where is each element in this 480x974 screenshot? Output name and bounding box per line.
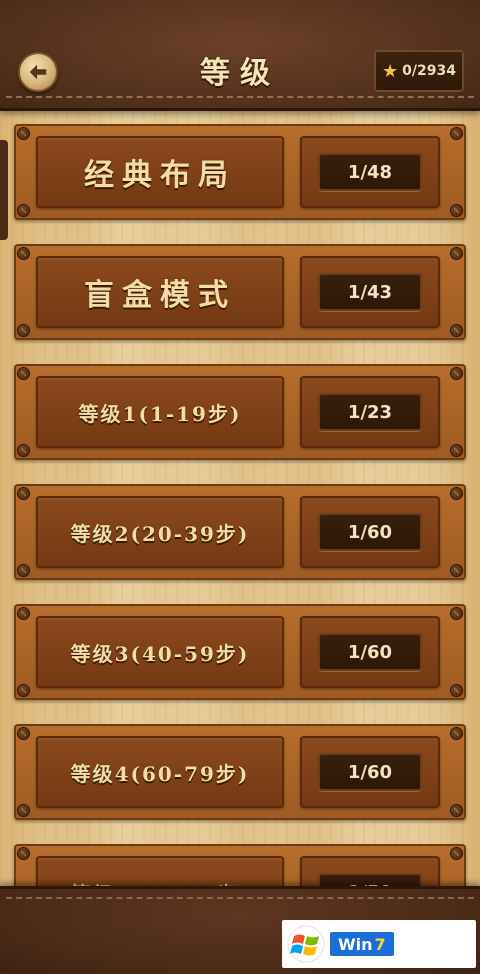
screw-icon <box>451 128 462 139</box>
watermark-text: Win 7 <box>330 932 394 956</box>
screw-icon <box>451 728 462 739</box>
screw-icon <box>18 488 29 499</box>
screw-icon <box>18 128 29 139</box>
screw-icon <box>18 608 29 619</box>
screw-icon <box>18 248 29 259</box>
level-row-4[interactable]: 等级4(60-79步) 1/60 <box>14 724 466 820</box>
level-name[interactable]: 经典布局 <box>36 136 284 208</box>
level-name[interactable]: 等级4(60-79步) <box>36 736 284 808</box>
screw-icon <box>18 205 29 216</box>
progress-plate: 1/60 <box>300 496 440 568</box>
screw-icon <box>451 205 462 216</box>
screw-icon <box>451 848 462 859</box>
screw-icon <box>18 848 29 859</box>
screw-icon <box>18 685 29 696</box>
level-progress: 1/23 <box>318 393 422 431</box>
screw-icon <box>451 488 462 499</box>
screw-icon <box>451 608 462 619</box>
screw-icon <box>18 805 29 816</box>
stitch-divider <box>6 897 474 899</box>
level-row-blindbox[interactable]: 盲盒模式 1/43 <box>14 244 466 340</box>
level-progress: 1/48 <box>318 153 422 191</box>
watermark: Win 7 <box>282 920 476 968</box>
screw-icon <box>18 368 29 379</box>
level-name[interactable]: 等级3(40-59步) <box>36 616 284 688</box>
level-name[interactable]: 等级2(20-39步) <box>36 496 284 568</box>
progress-plate: 1/60 <box>300 616 440 688</box>
level-row-classic[interactable]: 经典布局 1/48 <box>14 124 466 220</box>
side-drawer-tab[interactable] <box>0 140 8 240</box>
level-progress: 1/60 <box>318 513 422 551</box>
screw-icon <box>18 565 29 576</box>
screw-icon <box>451 368 462 379</box>
level-name[interactable]: 等级1(1-19步) <box>36 376 284 448</box>
screw-icon <box>451 565 462 576</box>
screw-icon <box>451 685 462 696</box>
screw-icon <box>451 805 462 816</box>
stitch-divider <box>6 96 474 98</box>
level-progress: 1/60 <box>318 633 422 671</box>
screw-icon <box>18 325 29 336</box>
windows-logo-icon <box>286 924 326 964</box>
progress-plate: 1/23 <box>300 376 440 448</box>
level-row-3[interactable]: 等级3(40-59步) 1/60 <box>14 604 466 700</box>
level-row-2[interactable]: 等级2(20-39步) 1/60 <box>14 484 466 580</box>
level-name[interactable]: 盲盒模式 <box>36 256 284 328</box>
screw-icon <box>18 728 29 739</box>
screw-icon <box>451 445 462 456</box>
progress-plate: 1/60 <box>300 736 440 808</box>
level-progress: 1/60 <box>318 753 422 791</box>
star-count: 0/2934 <box>402 63 456 79</box>
screw-icon <box>451 325 462 336</box>
screw-icon <box>451 248 462 259</box>
progress-plate: 1/48 <box>300 136 440 208</box>
level-progress: 1/43 <box>318 273 422 311</box>
screw-icon <box>18 445 29 456</box>
top-bar: 等级 ★ 0/2934 <box>0 0 480 111</box>
star-icon: ★ <box>382 60 399 82</box>
progress-plate: 1/43 <box>300 256 440 328</box>
star-counter: ★ 0/2934 <box>374 50 464 92</box>
level-row-1[interactable]: 等级1(1-19步) 1/23 <box>14 364 466 460</box>
